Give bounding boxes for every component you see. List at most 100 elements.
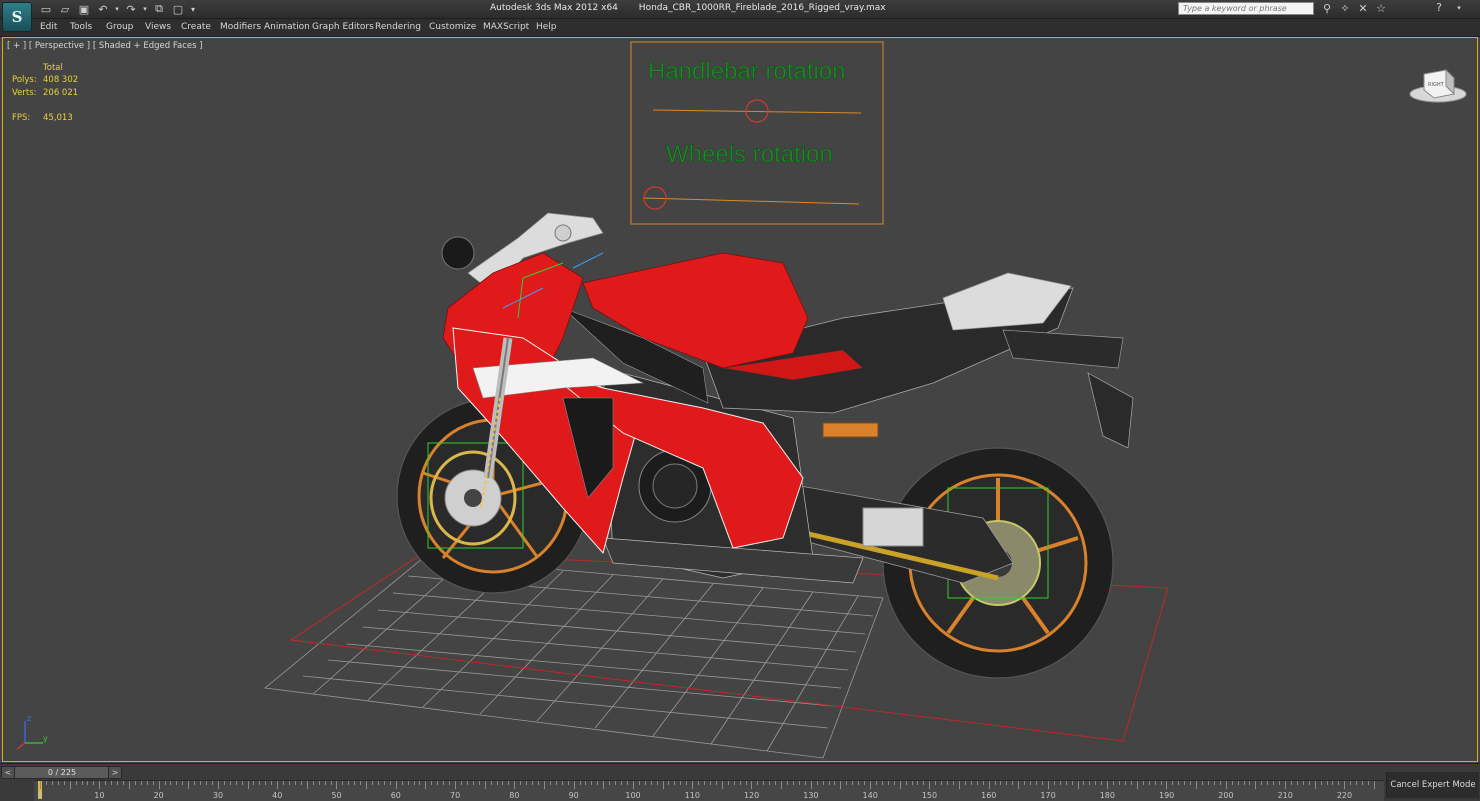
infocenter-toolbar: ⚲ ✧ ✕ ☆ [1320,2,1388,16]
ruler-tick-label: 90 [568,791,579,800]
ruler-tick [419,781,421,785]
ruler-tick [455,781,457,789]
ruler-tick-label: 0 [37,791,43,800]
ruler-tick [1225,781,1227,789]
ruler-tick-label: 40 [272,791,283,800]
help-icon[interactable]: ? [1434,1,1444,15]
viewcube-icon[interactable]: RIGHT [1408,64,1468,104]
project-folder-icon[interactable]: ▢ [170,2,186,16]
ruler-tick [597,781,599,785]
ruler-tick [621,781,623,785]
hold-icon[interactable]: ⧉ [151,2,167,16]
ruler-tick [443,781,445,785]
ruler-tick [259,781,261,785]
menu-animation[interactable]: Animation [264,22,310,32]
undo-icon[interactable]: ↶ [95,2,111,16]
ruler-tick [680,781,682,785]
timeline-prev-button[interactable]: < [1,766,15,779]
open-file-icon[interactable]: ▱ [57,2,73,16]
favorites-star-icon[interactable]: ☆ [1374,2,1388,16]
ruler-tick [828,781,830,785]
ruler-tick [336,781,338,789]
ruler-tick [846,781,848,785]
ruler-tick [57,781,59,785]
ruler-tick [425,781,427,789]
ruler-tick [1083,781,1085,785]
save-icon[interactable]: ▣ [76,2,92,16]
ruler-tick [93,781,95,785]
timeline-next-button[interactable]: > [108,766,122,779]
ruler-tick [1107,781,1109,789]
ruler-tick-label: 60 [390,791,401,800]
menu-edit[interactable]: Edit [40,22,57,32]
search-input[interactable]: Type a keyword or phrase [1178,2,1314,15]
ruler-tick-label: 10 [94,791,105,800]
menu-graph-editors[interactable]: Graph Editors [312,22,374,32]
exhaust-accent [822,422,879,438]
app-logo-icon[interactable]: S [2,2,32,32]
ruler-tick [834,781,836,785]
ruler-tick [958,781,960,789]
ruler-tick [1308,781,1310,785]
ruler-tick [217,781,219,789]
redo-icon[interactable]: ↷ [123,2,139,16]
ruler-tick [1071,781,1073,785]
ruler-tick [935,781,937,785]
ruler-tick [1000,781,1002,785]
ruler-tick [775,781,777,785]
ruler-tick [490,781,492,785]
help-dropdown-icon[interactable]: ▾ [1454,1,1464,15]
ruler-tick [496,781,498,785]
menu-help[interactable]: Help [536,22,557,32]
ruler-tick [947,781,949,785]
redo-dropdown-icon[interactable]: ▾ [142,2,148,16]
ruler-tick [472,781,474,785]
ruler-tick [763,781,765,785]
undo-dropdown-icon[interactable]: ▾ [114,2,120,16]
subscription-icon[interactable]: ✧ [1338,2,1352,16]
ruler-tick [206,781,207,785]
ruler-tick [1207,781,1209,785]
ruler-tick-label: 150 [921,791,938,800]
ruler-tick [787,781,789,785]
ruler-tick-label: 160 [981,791,997,800]
ruler-tick-label: 80 [509,791,520,800]
ruler-tick [372,781,374,785]
ruler-tick [632,781,634,789]
ruler-tick-label: 30 [212,791,224,800]
perspective-viewport[interactable]: [ + ] [ Perspective ] [ Shaded + Edged F… [2,37,1478,762]
binoculars-icon[interactable]: ⚲ [1320,2,1334,16]
menu-views[interactable]: Views [145,22,171,32]
ruler-tick [146,781,148,785]
ruler-tick [875,781,877,785]
cancel-expert-mode-button[interactable]: Cancel Expert Mode [1386,772,1479,798]
ruler-tick [1036,781,1038,785]
dropdown-icon[interactable]: ▾ [189,2,197,16]
menu-tools[interactable]: Tools [70,22,92,32]
track-bar[interactable]: 0 10 20 30 40 50 60 70 80 90 100 110 120 130 140 150 160… [34,780,1384,801]
menu-rendering[interactable]: Rendering [375,22,421,32]
axis-gizmo-icon: z y [16,714,48,750]
new-file-icon[interactable]: ▭ [38,2,54,16]
ruler-tick [881,781,883,785]
time-slider[interactable]: 0 / 225 [14,766,110,779]
ruler-tick [1119,781,1121,785]
ruler-tick [893,781,895,785]
menu-modifiers[interactable]: Modifiers [220,22,261,32]
ruler-tick [781,781,783,789]
ruler-tick [176,781,178,785]
menu-maxscript[interactable]: MAXScript [483,22,529,32]
ruler-tick [294,781,296,785]
axis-y-label: y [43,734,48,743]
ruler-tick [283,781,285,785]
ruler-tick [1196,781,1198,789]
ruler-tick [1249,781,1251,785]
timeline: < 0 / 225 > 0 10 20 30 40 50 60 70 80 90 100 110 120… [0,763,1480,801]
menu-group[interactable]: Group [106,22,133,32]
menu-customize[interactable]: Customize [429,22,476,32]
ruler-tick-label: 120 [743,791,760,800]
ruler-tick [40,781,41,789]
communication-icon[interactable]: ✕ [1356,2,1370,16]
menu-create[interactable]: Create [181,22,211,32]
ruler-tick [757,781,759,785]
